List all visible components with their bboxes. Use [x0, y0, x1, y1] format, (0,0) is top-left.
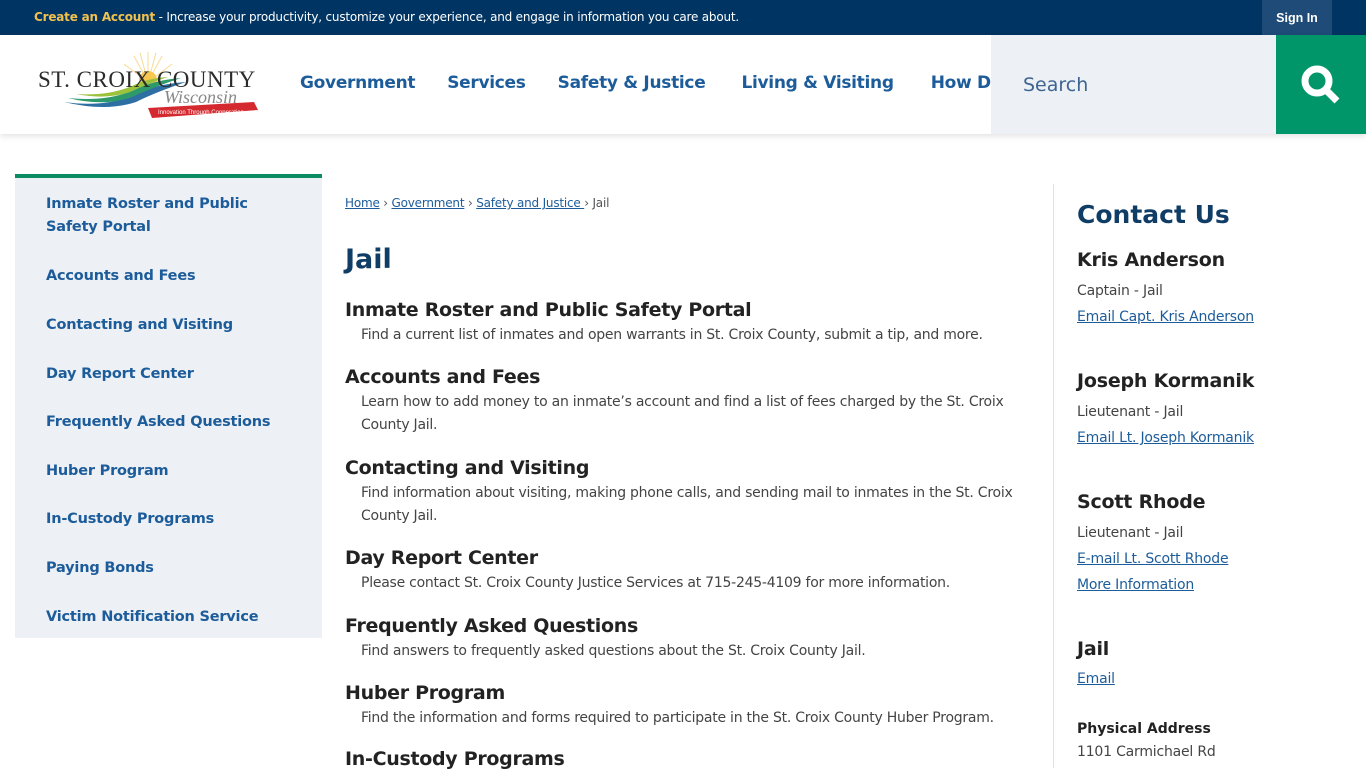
- top-bar: Create an Account - Increase your produc…: [0, 0, 1366, 35]
- breadcrumb-separator: ›: [467, 196, 473, 210]
- entry-description: Learn how to add money to an inmate’s ac…: [361, 394, 1004, 433]
- nav-government[interactable]: Government: [300, 73, 416, 93]
- list-item: Inmate Roster and Public Safety Portal F…: [345, 299, 1035, 347]
- breadcrumb-current: Jail: [592, 196, 610, 210]
- sidebar-item-in-custody-programs[interactable]: In-Custody Programs: [46, 508, 286, 531]
- nav-living-visiting[interactable]: Living & Visiting: [741, 73, 894, 93]
- logo-graphic: ST. CROIX COUNTY Wisconsin Innovation Th…: [38, 52, 258, 118]
- entry-description: Find answers to frequently asked questio…: [361, 643, 866, 659]
- county-logo[interactable]: ST. CROIX COUNTY Wisconsin Innovation Th…: [36, 50, 261, 120]
- entry-title[interactable]: In-Custody Programs: [345, 748, 1035, 770]
- breadcrumb-separator: ›: [584, 196, 589, 210]
- contact-role: Lieutenant - Jail: [1077, 404, 1184, 420]
- breadcrumb-home[interactable]: Home: [345, 196, 380, 210]
- search-button[interactable]: [1276, 35, 1366, 134]
- contact-heading: Contact Us: [1077, 200, 1230, 229]
- entry-title[interactable]: Frequently Asked Questions: [345, 615, 1035, 637]
- contact-name: Scott Rhode: [1077, 491, 1206, 513]
- list-item: Frequently Asked Questions Find answers …: [345, 615, 1035, 663]
- physical-address-line: 1101 Carmichael Rd: [1077, 744, 1216, 760]
- search-input[interactable]: [991, 35, 1276, 134]
- contact-email-link[interactable]: Email Lt. Joseph Kormanik: [1077, 430, 1254, 446]
- entry-description: Find information about visiting, making …: [361, 485, 1013, 524]
- entry-title[interactable]: Accounts and Fees: [345, 366, 1035, 388]
- sidebar-item-huber-program[interactable]: Huber Program: [46, 460, 286, 483]
- contact-role: Lieutenant - Jail: [1077, 525, 1184, 541]
- entry-title[interactable]: Day Report Center: [345, 547, 1035, 569]
- entry-title[interactable]: Huber Program: [345, 682, 1035, 704]
- sidebar-item-contacting-visiting[interactable]: Contacting and Visiting: [46, 314, 286, 337]
- list-item: Day Report Center Please contact St. Cro…: [345, 547, 1035, 595]
- entry-description: Please contact St. Croix County Justice …: [361, 575, 950, 591]
- department-email-link[interactable]: Email: [1077, 671, 1115, 687]
- logo-tagline: Innovation Through Cooperation: [158, 110, 244, 116]
- nav-safety-justice[interactable]: Safety & Justice: [558, 73, 706, 93]
- contact-role: Captain - Jail: [1077, 283, 1163, 299]
- search-box: [991, 35, 1276, 134]
- page-title: Jail: [345, 244, 392, 275]
- nav-services[interactable]: Services: [447, 73, 526, 93]
- sidebar-item-accounts-fees[interactable]: Accounts and Fees: [46, 265, 286, 288]
- main-content: Home › Government › Safety and Justice ›…: [345, 196, 1035, 770]
- main-nav: Government Services Safety & Justice Liv…: [300, 73, 1064, 93]
- physical-address-label: Physical Address: [1077, 721, 1211, 737]
- list-item: Contacting and Visiting Find information…: [345, 457, 1035, 528]
- department-name: Jail: [1077, 638, 1110, 660]
- sidebar-item-faq[interactable]: Frequently Asked Questions: [46, 411, 286, 434]
- sidebar-item-day-report-center[interactable]: Day Report Center: [46, 363, 286, 386]
- sidebar-item-paying-bonds[interactable]: Paying Bonds: [46, 557, 286, 580]
- create-account-link[interactable]: Create an Account: [34, 10, 155, 24]
- sidebar-item-inmate-roster[interactable]: Inmate Roster and Public Safety Portal: [46, 193, 286, 239]
- entry-description: Find a current list of inmates and open …: [361, 327, 983, 343]
- breadcrumb: Home › Government › Safety and Justice ›…: [345, 196, 1035, 210]
- breadcrumb-government[interactable]: Government: [392, 196, 465, 210]
- section-sidebar: Inmate Roster and Public Safety Portal A…: [15, 174, 322, 638]
- list-item: In-Custody Programs: [345, 748, 1035, 770]
- list-item: Accounts and Fees Learn how to add money…: [345, 366, 1035, 437]
- more-information-link[interactable]: More Information: [1077, 577, 1194, 593]
- column-divider: [1053, 184, 1054, 768]
- search-icon: [1301, 65, 1340, 103]
- contact-email-link[interactable]: Email Capt. Kris Anderson: [1077, 309, 1254, 325]
- breadcrumb-safety-justice[interactable]: Safety and Justice: [476, 196, 584, 210]
- entry-title[interactable]: Contacting and Visiting: [345, 457, 1035, 479]
- entry-title[interactable]: Inmate Roster and Public Safety Portal: [345, 299, 1035, 321]
- contact-email-link[interactable]: E-mail Lt. Scott Rhode: [1077, 551, 1229, 567]
- promo-text: - Increase your productivity, customize …: [155, 10, 740, 24]
- breadcrumb-separator: ›: [383, 196, 388, 210]
- sign-in-button[interactable]: Sign In: [1262, 0, 1332, 35]
- site-header: ST. CROIX COUNTY Wisconsin Innovation Th…: [0, 35, 1366, 134]
- account-promo: Create an Account - Increase your produc…: [34, 10, 739, 24]
- contact-name: Kris Anderson: [1077, 249, 1225, 271]
- entry-description: Find the information and forms required …: [361, 710, 994, 726]
- sidebar-item-victim-notification[interactable]: Victim Notification Service: [46, 606, 286, 629]
- contact-name: Joseph Kormanik: [1077, 370, 1255, 392]
- list-item: Huber Program Find the information and f…: [345, 682, 1035, 730]
